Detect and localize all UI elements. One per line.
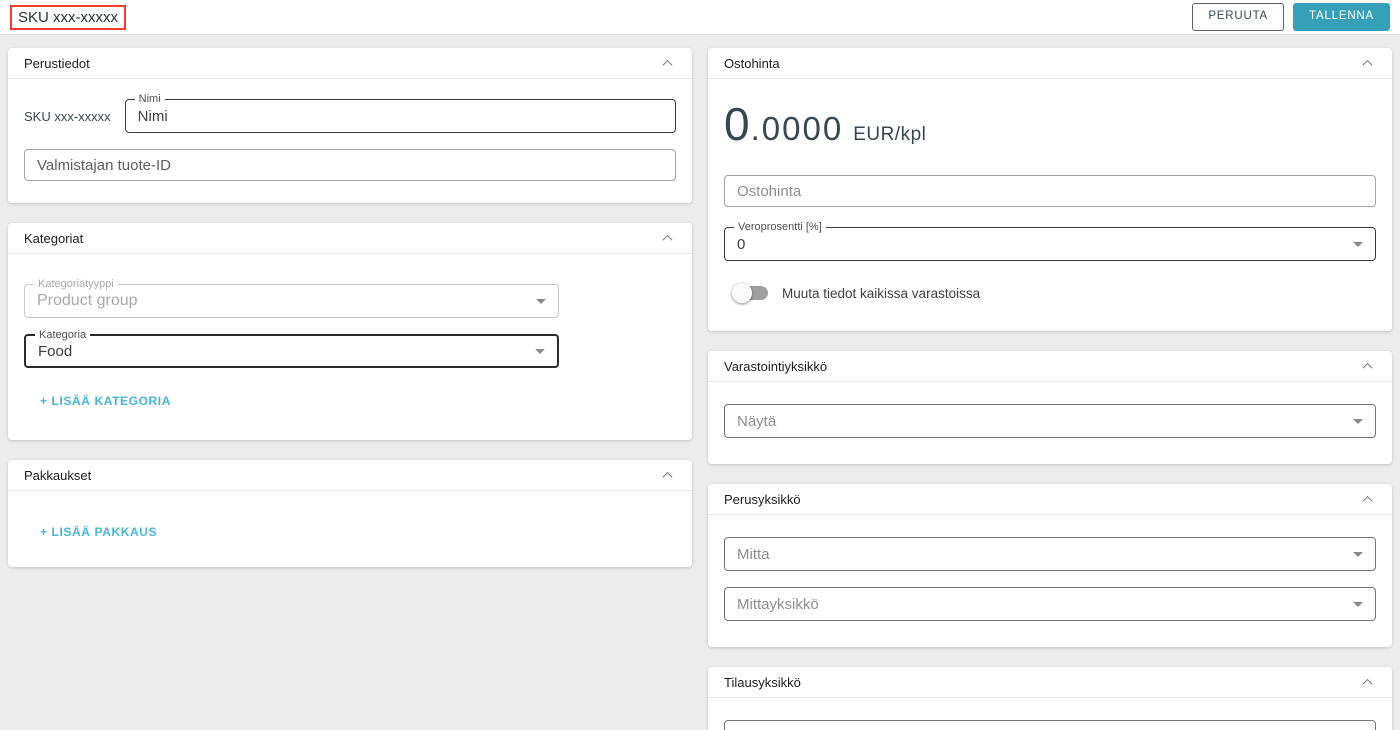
category-type-select: Kategoriatyyppi Product group (24, 278, 559, 318)
card-tilausyksikko: Tilausyksikkö Oletusarvoisen tilausyksik… (708, 667, 1392, 730)
card-varastointiyksikko-title: Varastointiyksikkö (724, 358, 828, 374)
chevron-up-icon (662, 234, 672, 245)
card-perusyksikko-body: Mitta Mittayksikkö (708, 515, 1392, 647)
dropdown-arrow-icon (1353, 242, 1363, 247)
category-value: Food (38, 342, 73, 360)
collapse-perusyksikko-button[interactable] (1358, 490, 1376, 508)
card-perustiedot-body: SKU xxx-xxxxx Nimi (8, 79, 692, 203)
card-varastointiyksikko-header: Varastointiyksikkö (708, 351, 1392, 382)
card-perustiedot: Perustiedot SKU xxx-xxxxx Nimi (8, 48, 692, 203)
chevron-up-icon (1362, 495, 1372, 506)
card-kategoriat-header: Kategoriat (8, 223, 692, 254)
card-tilausyksikko-title: Tilausyksikkö (724, 674, 801, 690)
vat-percent-label: Veroprosentti [%] (734, 221, 826, 234)
category-type-label: Kategoriatyyppi (34, 278, 118, 291)
vat-percent-select[interactable]: Veroprosentti [%] 0 (724, 221, 1376, 261)
card-pakkaukset-title: Pakkaukset (24, 467, 92, 483)
card-ostohinta-body: 0 .0000 EUR/kpl Veroprosentti [%] 0 Muut… (708, 79, 1392, 331)
card-tilausyksikko-header: Tilausyksikkö (708, 667, 1392, 698)
measure-select[interactable]: Mitta (724, 537, 1376, 571)
card-perusyksikko: Perusyksikkö Mitta Mittayksikkö (708, 484, 1392, 647)
card-tilausyksikko-body: Oletusarvoisen tilausyksikön valinta (708, 698, 1392, 730)
collapse-varastointiyksikko-button[interactable] (1358, 357, 1376, 375)
card-ostohinta-title: Ostohinta (724, 55, 780, 71)
name-input[interactable] (137, 107, 663, 125)
manufacturer-product-id-input[interactable] (24, 149, 676, 181)
storage-unit-value: Näytä (737, 412, 777, 430)
price-unit: EUR/kpl (853, 124, 927, 145)
dropdown-arrow-icon (534, 349, 545, 354)
page-title-text: SKU xxx-xxxxx (18, 8, 119, 26)
category-select[interactable]: Kategoria Food (24, 329, 559, 368)
left-column: Perustiedot SKU xxx-xxxxx Nimi Kategoria… (8, 48, 692, 587)
add-category-button[interactable]: + LISÄÄ KATEGORIA (40, 394, 171, 408)
default-order-unit-select[interactable]: Oletusarvoisen tilausyksikön valinta (724, 720, 1376, 730)
sku-label: SKU xxx-xxxxx (24, 108, 111, 124)
card-perustiedot-header: Perustiedot (8, 48, 692, 79)
card-ostohinta: Ostohinta 0 .0000 EUR/kpl Veroprosentti … (708, 48, 1392, 331)
page-title: SKU xxx-xxxxx (10, 4, 127, 30)
category-type-value: Product group (37, 292, 138, 309)
card-pakkaukset-body: + LISÄÄ PAKKAUS (8, 491, 692, 567)
card-perustiedot-title: Perustiedot (24, 55, 90, 71)
price-decimals: .0000 (750, 110, 844, 147)
price-display: 0 .0000 EUR/kpl (724, 97, 1376, 151)
topbar: SKU xxx-xxxxx PERUUTA TALLENNA (0, 0, 1400, 35)
save-button[interactable]: TALLENNA (1293, 3, 1390, 31)
category-label: Kategoria (35, 329, 91, 342)
sku-row: SKU xxx-xxxxx Nimi (24, 93, 676, 133)
chevron-up-icon (662, 471, 672, 482)
chevron-up-icon (1362, 59, 1372, 70)
measure-value: Mitta (737, 545, 770, 563)
change-all-warehouses-toggle[interactable] (732, 283, 770, 303)
dropdown-arrow-icon (1353, 602, 1363, 607)
name-field-label: Nimi (134, 93, 165, 106)
right-column: Ostohinta 0 .0000 EUR/kpl Veroprosentti … (708, 48, 1392, 730)
toggle-label: Muuta tiedot kaikissa varastoissa (782, 285, 981, 301)
dropdown-arrow-icon (1353, 552, 1363, 557)
price-integer: 0 (724, 98, 751, 150)
add-package-button[interactable]: + LISÄÄ PAKKAUS (40, 525, 157, 539)
collapse-tilausyksikko-button[interactable] (1358, 673, 1376, 691)
dropdown-arrow-icon (1353, 419, 1363, 424)
card-perusyksikko-title: Perusyksikkö (724, 491, 801, 507)
purchase-price-input[interactable] (724, 175, 1376, 207)
chevron-up-icon (662, 59, 672, 70)
card-varastointiyksikko: Varastointiyksikkö Näytä (708, 351, 1392, 464)
card-pakkaukset-header: Pakkaukset (8, 460, 692, 491)
name-field: Nimi (124, 93, 676, 133)
chevron-up-icon (1362, 362, 1372, 373)
measure-unit-value: Mittayksikkö (737, 595, 819, 613)
cancel-button[interactable]: PERUUTA (1192, 3, 1285, 31)
card-kategoriat: Kategoriat Kategoriatyyppi Product group… (8, 223, 692, 440)
card-ostohinta-header: Ostohinta (708, 48, 1392, 79)
toggle-row: Muuta tiedot kaikissa varastoissa (724, 283, 1376, 303)
card-pakkaukset: Pakkaukset + LISÄÄ PAKKAUS (8, 460, 692, 567)
card-kategoriat-body: Kategoriatyyppi Product group Kategoria … (8, 254, 692, 440)
topbar-actions: PERUUTA TALLENNA (1192, 3, 1390, 31)
collapse-kategoriat-button[interactable] (658, 229, 676, 247)
collapse-pakkaukset-button[interactable] (658, 466, 676, 484)
storage-unit-select[interactable]: Näytä (724, 404, 1376, 438)
chevron-up-icon (1362, 678, 1372, 689)
dropdown-arrow-icon (535, 299, 546, 304)
card-varastointiyksikko-body: Näytä (708, 382, 1392, 464)
toggle-thumb (732, 283, 752, 303)
vat-percent-value: 0 (737, 235, 746, 253)
collapse-perustiedot-button[interactable] (658, 54, 676, 72)
content: Perustiedot SKU xxx-xxxxx Nimi Kategoria… (0, 35, 1400, 730)
card-perusyksikko-header: Perusyksikkö (708, 484, 1392, 515)
measure-unit-select[interactable]: Mittayksikkö (724, 587, 1376, 621)
collapse-ostohinta-button[interactable] (1358, 54, 1376, 72)
card-kategoriat-title: Kategoriat (24, 230, 84, 246)
